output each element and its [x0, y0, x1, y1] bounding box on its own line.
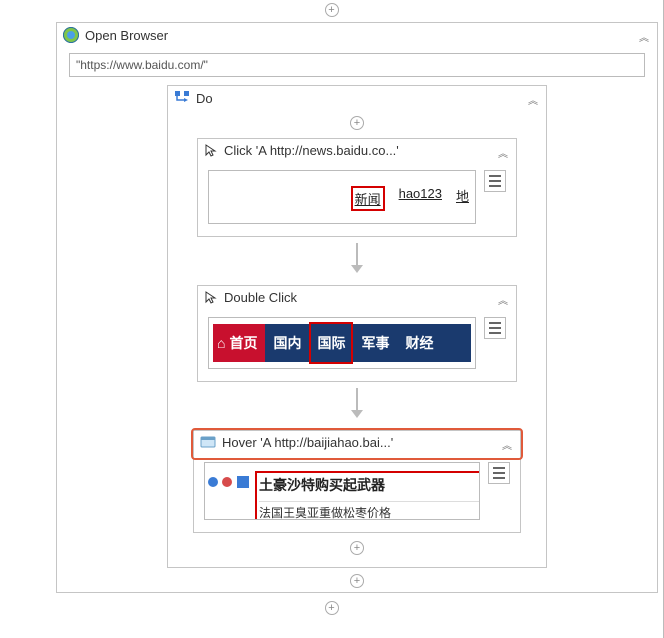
hover-title: Hover 'A http://baijiahao.bai...'	[222, 435, 514, 450]
nav-domestic: 国内	[265, 324, 309, 362]
collapse-chevron-icon[interactable]: ︽	[496, 292, 510, 306]
collapse-chevron-icon[interactable]: ︽	[526, 92, 540, 106]
hover-icon	[200, 436, 216, 450]
link-hao123[interactable]: hao123	[399, 186, 442, 211]
nav-home: 首页	[229, 333, 257, 353]
selector-menu-button[interactable]	[484, 317, 506, 339]
cursor-icon	[204, 291, 218, 305]
do-activity: Do ︽ + Click 'A http://news.baidu.co...'…	[167, 85, 547, 568]
add-activity-bottom[interactable]: +	[325, 601, 339, 615]
hover-headline: 土豪沙特购买起武器	[259, 475, 479, 495]
collapse-chevron-icon[interactable]: ︽	[500, 437, 514, 451]
flow-arrow-icon	[180, 382, 534, 424]
link-map[interactable]: 地	[456, 186, 469, 211]
do-title: Do	[196, 91, 540, 106]
add-activity[interactable]: +	[350, 116, 364, 130]
collapse-chevron-icon[interactable]: ︽	[496, 145, 510, 159]
double-click-title: Double Click	[224, 290, 510, 305]
hover-subline: 法国王臭亚重做松枣价格	[259, 501, 479, 520]
add-activity[interactable]: +	[350, 541, 364, 555]
add-activity[interactable]: +	[350, 574, 364, 588]
flow-arrow-icon	[180, 237, 534, 279]
home-icon: ⌂	[217, 335, 225, 351]
nav-military: 军事	[353, 324, 397, 362]
hover-activity[interactable]: Hover 'A http://baijiahao.bai...' ︽	[193, 430, 521, 533]
double-click-selector-preview[interactable]: ⌂ 首页 国内 国际 军事 财经	[208, 317, 476, 369]
logo-fragment-icon	[207, 473, 251, 491]
nav-finance: 财经	[397, 324, 441, 362]
click-selector-preview[interactable]: 新闻 hao123 地	[208, 170, 476, 224]
click-title: Click 'A http://news.baidu.co...'	[224, 143, 510, 158]
hover-selector-preview[interactable]: 土豪沙特购买起武器 法国王臭亚重做松枣价格	[204, 462, 480, 520]
link-news[interactable]: 新闻	[351, 186, 385, 211]
nav-international: 国际	[309, 322, 353, 364]
selector-menu-button[interactable]	[484, 170, 506, 192]
click-activity: Click 'A http://news.baidu.co...' ︽ 新闻 h…	[197, 138, 517, 237]
cursor-icon	[204, 144, 218, 158]
do-icon	[174, 90, 190, 106]
selector-menu-button[interactable]	[488, 462, 510, 484]
url-input[interactable]: "https://www.baidu.com/"	[69, 53, 645, 77]
double-click-activity: Double Click ︽ ⌂ 首页 国内	[197, 285, 517, 382]
globe-icon	[63, 27, 79, 43]
add-activity-top[interactable]: +	[325, 3, 339, 17]
open-browser-activity: Open Browser ︽ "https://www.baidu.com/" …	[56, 22, 658, 593]
collapse-chevron-icon[interactable]: ︽	[637, 29, 651, 43]
open-browser-title: Open Browser	[85, 28, 651, 43]
